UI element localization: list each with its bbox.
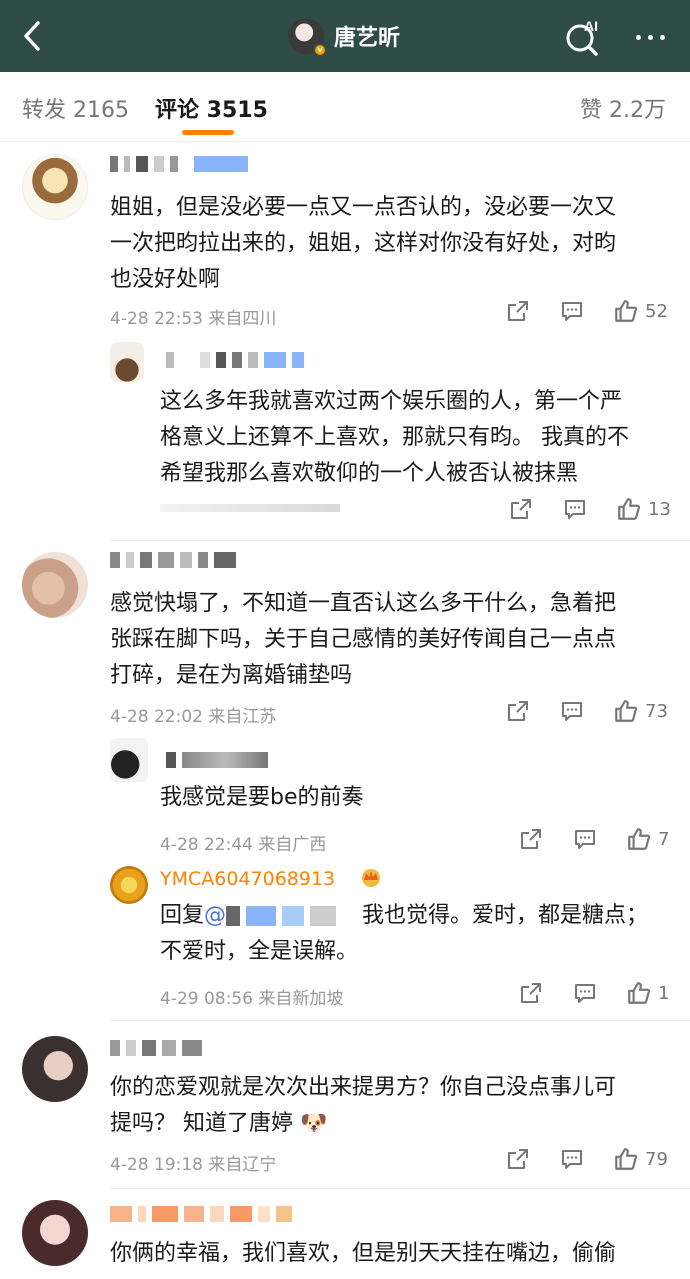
ai-label: AI bbox=[584, 18, 598, 34]
comment-actions: 73 bbox=[505, 698, 668, 724]
username-blurred[interactable] bbox=[110, 1040, 208, 1056]
avatar[interactable]: v bbox=[288, 18, 327, 57]
comment-button[interactable] bbox=[562, 497, 588, 521]
comment-text: 感觉快塌了，不知道一直否认这么多干什么，急着把 张踩在脚下吗，关于自己感情的美好传… bbox=[110, 591, 617, 688]
reply-meta-blurred bbox=[160, 504, 346, 514]
avatar[interactable] bbox=[22, 1036, 88, 1102]
share-icon bbox=[508, 701, 528, 721]
reply-text: 我感觉是要be的前奏 bbox=[160, 785, 364, 810]
comment-button[interactable] bbox=[572, 981, 598, 1005]
share-button[interactable] bbox=[518, 981, 544, 1005]
share-button[interactable] bbox=[505, 1147, 531, 1171]
mention-link[interactable]: @ bbox=[204, 903, 226, 928]
thumbs-up-icon bbox=[618, 498, 641, 520]
comment-actions: 79 bbox=[505, 1146, 668, 1172]
avatar[interactable] bbox=[22, 1200, 88, 1266]
avatar[interactable] bbox=[110, 342, 144, 382]
like-button[interactable]: 1 bbox=[626, 980, 669, 1006]
username-blurred[interactable] bbox=[110, 156, 254, 172]
mention-blurred[interactable] bbox=[226, 906, 362, 926]
comment-actions: 13 bbox=[508, 496, 671, 522]
like-count: 1 bbox=[658, 982, 670, 1004]
thumbs-up-icon bbox=[628, 828, 651, 850]
like-count: 52 bbox=[645, 300, 668, 322]
comment-meta: 4-28 19:18 来自辽宁 bbox=[110, 1155, 277, 1175]
active-tab-indicator bbox=[182, 130, 234, 135]
share-button[interactable] bbox=[508, 497, 534, 521]
comment-icon bbox=[575, 984, 595, 1003]
tab-repost[interactable]: 转发 2165 bbox=[22, 92, 129, 124]
back-button[interactable] bbox=[14, 18, 50, 54]
like-button[interactable]: 52 bbox=[613, 298, 668, 324]
username-blurred[interactable] bbox=[110, 552, 242, 568]
page-title: 唐艺昕 bbox=[334, 26, 401, 51]
share-button[interactable] bbox=[518, 827, 544, 851]
like-count: 73 bbox=[645, 700, 668, 722]
more-icon bbox=[635, 34, 641, 40]
reply-text: 回复@ 我也觉得。爱时，都是糖点； 不爱时，全是误解。 bbox=[160, 903, 649, 964]
tab-comments[interactable]: 评论 3515 bbox=[155, 92, 268, 124]
comment-icon bbox=[575, 830, 595, 849]
share-button[interactable] bbox=[505, 699, 531, 723]
comment-button[interactable] bbox=[559, 699, 585, 723]
comment-button[interactable] bbox=[559, 299, 585, 323]
share-icon bbox=[521, 983, 541, 1003]
avatar[interactable] bbox=[22, 552, 88, 618]
like-button[interactable]: 73 bbox=[613, 698, 668, 724]
comment-button[interactable] bbox=[572, 827, 598, 851]
comment-text: 姐姐，但是没必要一点又一点否认的，没必要一次又 一次把昀拉出来的，姐姐，这样对你没… bbox=[110, 195, 617, 292]
back-arrow-icon bbox=[24, 21, 40, 51]
share-icon bbox=[511, 499, 531, 519]
comment-actions: 7 bbox=[518, 826, 669, 852]
avatar[interactable] bbox=[110, 738, 148, 782]
more-button[interactable] bbox=[628, 22, 672, 52]
comment-actions: 52 bbox=[505, 298, 668, 324]
divider bbox=[110, 1188, 690, 1189]
profile-header[interactable]: v 唐艺昕 bbox=[288, 16, 401, 57]
crown-icon bbox=[362, 869, 380, 887]
comment-actions: 1 bbox=[518, 980, 669, 1006]
reply-username[interactable]: YMCA6047068913 bbox=[160, 868, 335, 890]
avatar[interactable] bbox=[22, 154, 88, 220]
like-count: 13 bbox=[648, 498, 671, 520]
comment-icon bbox=[565, 500, 585, 519]
comment-meta: 4-29 08:56 来自新加坡 bbox=[160, 989, 344, 1009]
verified-badge: v bbox=[313, 43, 327, 57]
comment-icon bbox=[562, 702, 582, 721]
thumbs-up-icon bbox=[628, 982, 651, 1004]
like-count: 7 bbox=[658, 828, 670, 850]
avatar[interactable] bbox=[110, 866, 148, 904]
comment-meta: 4-28 22:53 来自四川 bbox=[110, 309, 277, 329]
like-count: 79 bbox=[645, 1148, 668, 1170]
tab-likes[interactable]: 赞 2.2万 bbox=[580, 92, 666, 124]
tab-bar: 转发 2165 评论 3515 赞 2.2万 bbox=[0, 72, 690, 142]
username-blurred[interactable] bbox=[166, 352, 310, 368]
comment-meta: 4-28 22:02 来自江苏 bbox=[110, 707, 277, 727]
like-button[interactable]: 7 bbox=[626, 826, 669, 852]
comment-button[interactable] bbox=[559, 1147, 585, 1171]
top-bar: v 唐艺昕 AI bbox=[0, 0, 690, 72]
share-icon bbox=[508, 1149, 528, 1169]
ai-search-button[interactable]: AI bbox=[562, 16, 604, 58]
share-button[interactable] bbox=[505, 299, 531, 323]
comment-meta: 4-28 22:44 来自广西 bbox=[160, 835, 327, 855]
thumbs-up-icon bbox=[615, 700, 638, 722]
like-button[interactable]: 79 bbox=[613, 1146, 668, 1172]
comment-text: 你俩的幸福，我们喜欢，但是别天天挂在嘴边，偷偷 bbox=[110, 1241, 617, 1266]
thumbs-up-icon bbox=[615, 300, 638, 322]
username-blurred[interactable] bbox=[166, 752, 274, 768]
comment-icon bbox=[562, 1150, 582, 1169]
comment-text: 你的恋爱观就是次次出来提男方？你自己没点事儿可 提吗？ 知道了唐婷 🐶 bbox=[110, 1075, 617, 1136]
divider bbox=[110, 540, 690, 541]
divider bbox=[110, 1020, 690, 1021]
reply-text: 这么多年我就喜欢过两个娱乐圈的人，第一个严 格意义上还算不上喜欢，那就只有昀。 我… bbox=[160, 389, 629, 486]
share-icon bbox=[508, 301, 528, 321]
comment-icon bbox=[562, 302, 582, 321]
thumbs-up-icon bbox=[615, 1148, 638, 1170]
share-icon bbox=[521, 829, 541, 849]
like-button[interactable]: 13 bbox=[616, 496, 671, 522]
username-blurred[interactable] bbox=[110, 1206, 298, 1222]
